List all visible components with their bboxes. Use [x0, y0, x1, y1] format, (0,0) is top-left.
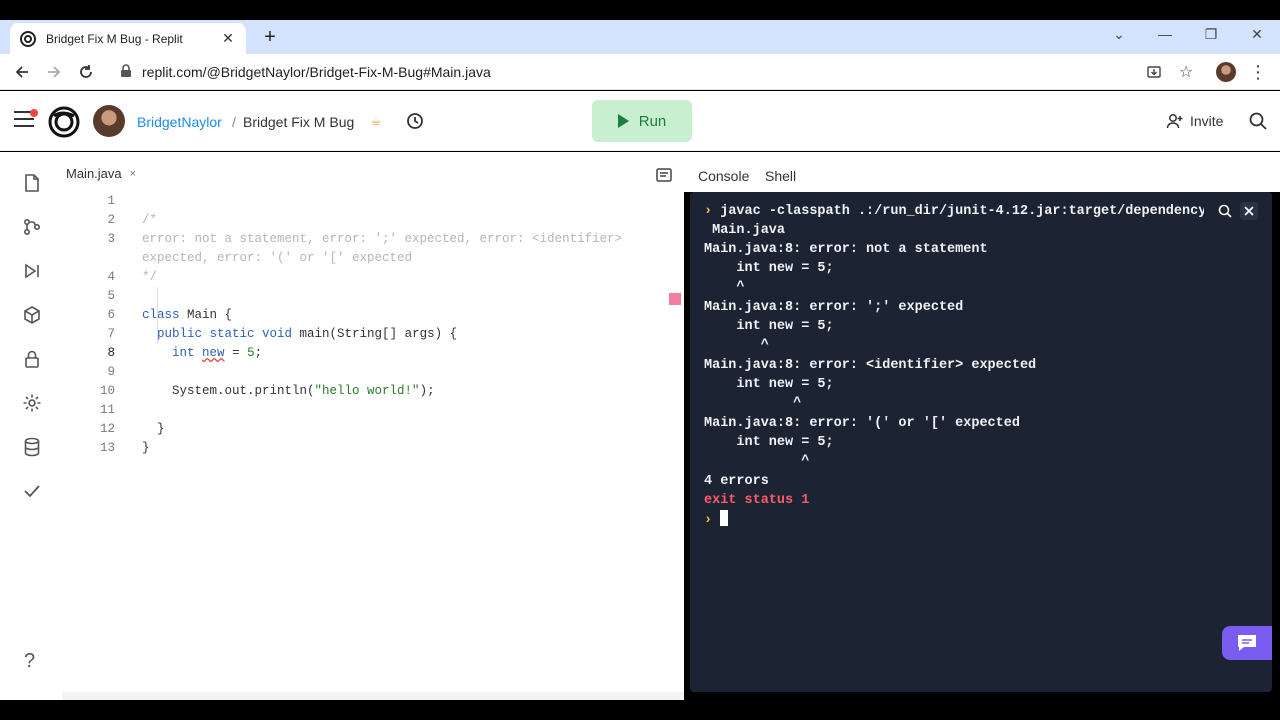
console-line: int new = 5;: [704, 261, 834, 276]
files-icon[interactable]: [21, 172, 43, 194]
exit-status-line: exit status 1: [704, 493, 810, 508]
debugger-icon[interactable]: [21, 260, 43, 282]
browser-tab[interactable]: Bridget Fix M Bug - Replit ✕: [10, 23, 246, 54]
new-tab-button[interactable]: +: [260, 27, 280, 47]
unit-tests-check-icon[interactable]: [21, 480, 43, 502]
console-line: Main.java:8: error: ';' expected: [704, 300, 964, 315]
back-icon[interactable]: [12, 62, 32, 82]
console-line: Main.java:8: error: <identifier> expecte…: [704, 358, 1037, 373]
settings-gear-icon[interactable]: [21, 392, 43, 414]
tab-console[interactable]: Console: [698, 168, 749, 184]
address-bar-row: replit.com/@BridgetNaylor/Bridget-Fix-M-…: [0, 54, 1280, 90]
code-line: 13}: [99, 441, 150, 455]
code-lines[interactable]: 1 2/* 3 error: not a statement, error: ';…: [62, 192, 682, 458]
console-line: Main.java:8: error: '(' or '[' expected: [704, 416, 1020, 431]
console-line: int new = 5;: [704, 377, 834, 392]
code-line: 2/*: [107, 213, 158, 227]
database-icon[interactable]: [21, 436, 43, 458]
editor-horizontal-scrollbar[interactable]: [62, 692, 684, 700]
version-control-icon[interactable]: [21, 216, 43, 238]
console-line: ^: [704, 338, 769, 353]
console-line: ^: [704, 454, 810, 469]
console-prompt-line[interactable]: ›: [704, 510, 729, 529]
file-tab-main-java[interactable]: Main.java ×: [66, 166, 136, 181]
secrets-lock-icon[interactable]: [21, 348, 43, 370]
reload-icon[interactable]: [76, 62, 96, 82]
tab-shell[interactable]: Shell: [765, 168, 796, 184]
repl-name[interactable]: Bridget Fix M Bug: [243, 114, 354, 130]
invite-label: Invite: [1190, 113, 1224, 129]
replit-header: BridgetNaylor / Bridget Fix M Bug ☕ Run …: [0, 91, 1280, 151]
forward-icon[interactable]: [44, 62, 64, 82]
letterbox-bottom: [0, 700, 1280, 720]
browser-menu-icon[interactable]: ⋮: [1248, 62, 1268, 82]
lock-icon[interactable]: [120, 64, 134, 80]
output-tabs: Console Shell: [684, 152, 1280, 192]
code-line: 11: [99, 403, 115, 417]
run-button[interactable]: Run: [592, 100, 692, 142]
code-line: 4 */: [107, 270, 158, 284]
chat-bubble-icon: [1238, 635, 1256, 651]
tab-close-icon[interactable]: ✕: [220, 30, 236, 47]
browser-tabstrip: Bridget Fix M Bug - Replit ✕ + ⌄ — ❐ ✕: [0, 20, 1280, 54]
help-button[interactable]: ?: [24, 650, 35, 673]
console-line: int new = 5;: [704, 319, 834, 334]
replit-logo-icon[interactable]: [48, 106, 80, 138]
terminal-cursor: [720, 510, 729, 526]
tab-title: Bridget Fix M Bug - Replit: [46, 31, 183, 46]
console-line: int new = 5;: [704, 435, 834, 450]
play-icon: [617, 114, 629, 128]
restore-icon[interactable]: ❐: [1200, 26, 1222, 43]
window-close-icon[interactable]: ✕: [1246, 26, 1268, 43]
chat-button[interactable]: [1222, 626, 1272, 660]
profile-avatar[interactable]: [1216, 62, 1236, 82]
user-avatar[interactable]: [93, 105, 125, 137]
console-line: ^: [704, 396, 802, 411]
notification-dot: [30, 109, 38, 117]
console-toolbar: [1218, 202, 1258, 225]
console-line: 4 errors: [704, 474, 769, 489]
console-line: Main.java: [704, 223, 786, 238]
username-link[interactable]: BridgetNaylor: [137, 114, 222, 130]
file-tab-label: Main.java: [66, 166, 122, 181]
sidebar: [0, 152, 62, 700]
console-search-icon[interactable]: [1218, 204, 1232, 223]
history-icon[interactable]: [405, 111, 425, 131]
console-line: Main.java:8: error: not a statement: [704, 242, 988, 257]
java-language-icon: ☕: [370, 113, 382, 128]
code-line: 10 System.out.println("hello world!");: [99, 384, 435, 398]
code-line: 7 public static void main(String[] args)…: [107, 327, 458, 341]
editor-settings-icon[interactable]: [656, 168, 672, 182]
invite-button[interactable]: Invite: [1166, 112, 1223, 130]
install-icon[interactable]: [1144, 62, 1164, 82]
add-person-icon: [1166, 114, 1183, 129]
console-output[interactable]: › javac -classpath .:/run_dir/junit-4.12…: [690, 192, 1272, 692]
code-line: 5: [107, 289, 115, 303]
file-tab-close-icon[interactable]: ×: [130, 168, 136, 180]
code-line: 8 int new = 5;: [107, 346, 263, 360]
code-line: 12 }: [99, 422, 165, 436]
replit-favicon-icon: [20, 30, 36, 47]
error-marker[interactable]: [669, 293, 681, 305]
code-line: expected, error: '(' or '[' expected: [142, 251, 413, 265]
url-field[interactable]: replit.com/@BridgetNaylor/Bridget-Fix-M-…: [142, 64, 491, 80]
letterbox-top: [0, 0, 1280, 20]
code-line: 9: [107, 365, 115, 379]
code-line: 1: [107, 194, 115, 208]
console-line: › javac -classpath .:/run_dir/junit-4.12…: [704, 204, 1204, 219]
breadcrumb-separator: /: [232, 114, 236, 130]
search-icon[interactable]: [1248, 111, 1268, 131]
tab-search-icon[interactable]: ⌄: [1108, 26, 1130, 43]
console-line: ^: [704, 280, 745, 295]
code-line: 6 class Main {: [107, 308, 233, 322]
packages-icon[interactable]: [21, 304, 43, 326]
code-editor[interactable]: Main.java × 1 2/* 3 error: not a statemen…: [62, 152, 684, 700]
bookmark-star-icon[interactable]: ☆: [1176, 62, 1196, 82]
indent-guide: [157, 287, 158, 344]
minimize-icon[interactable]: —: [1154, 26, 1176, 42]
run-label: Run: [638, 112, 667, 130]
code-line: 3 error: not a statement, error: ';' expe…: [107, 232, 623, 246]
console-clear-icon[interactable]: [1240, 202, 1258, 225]
